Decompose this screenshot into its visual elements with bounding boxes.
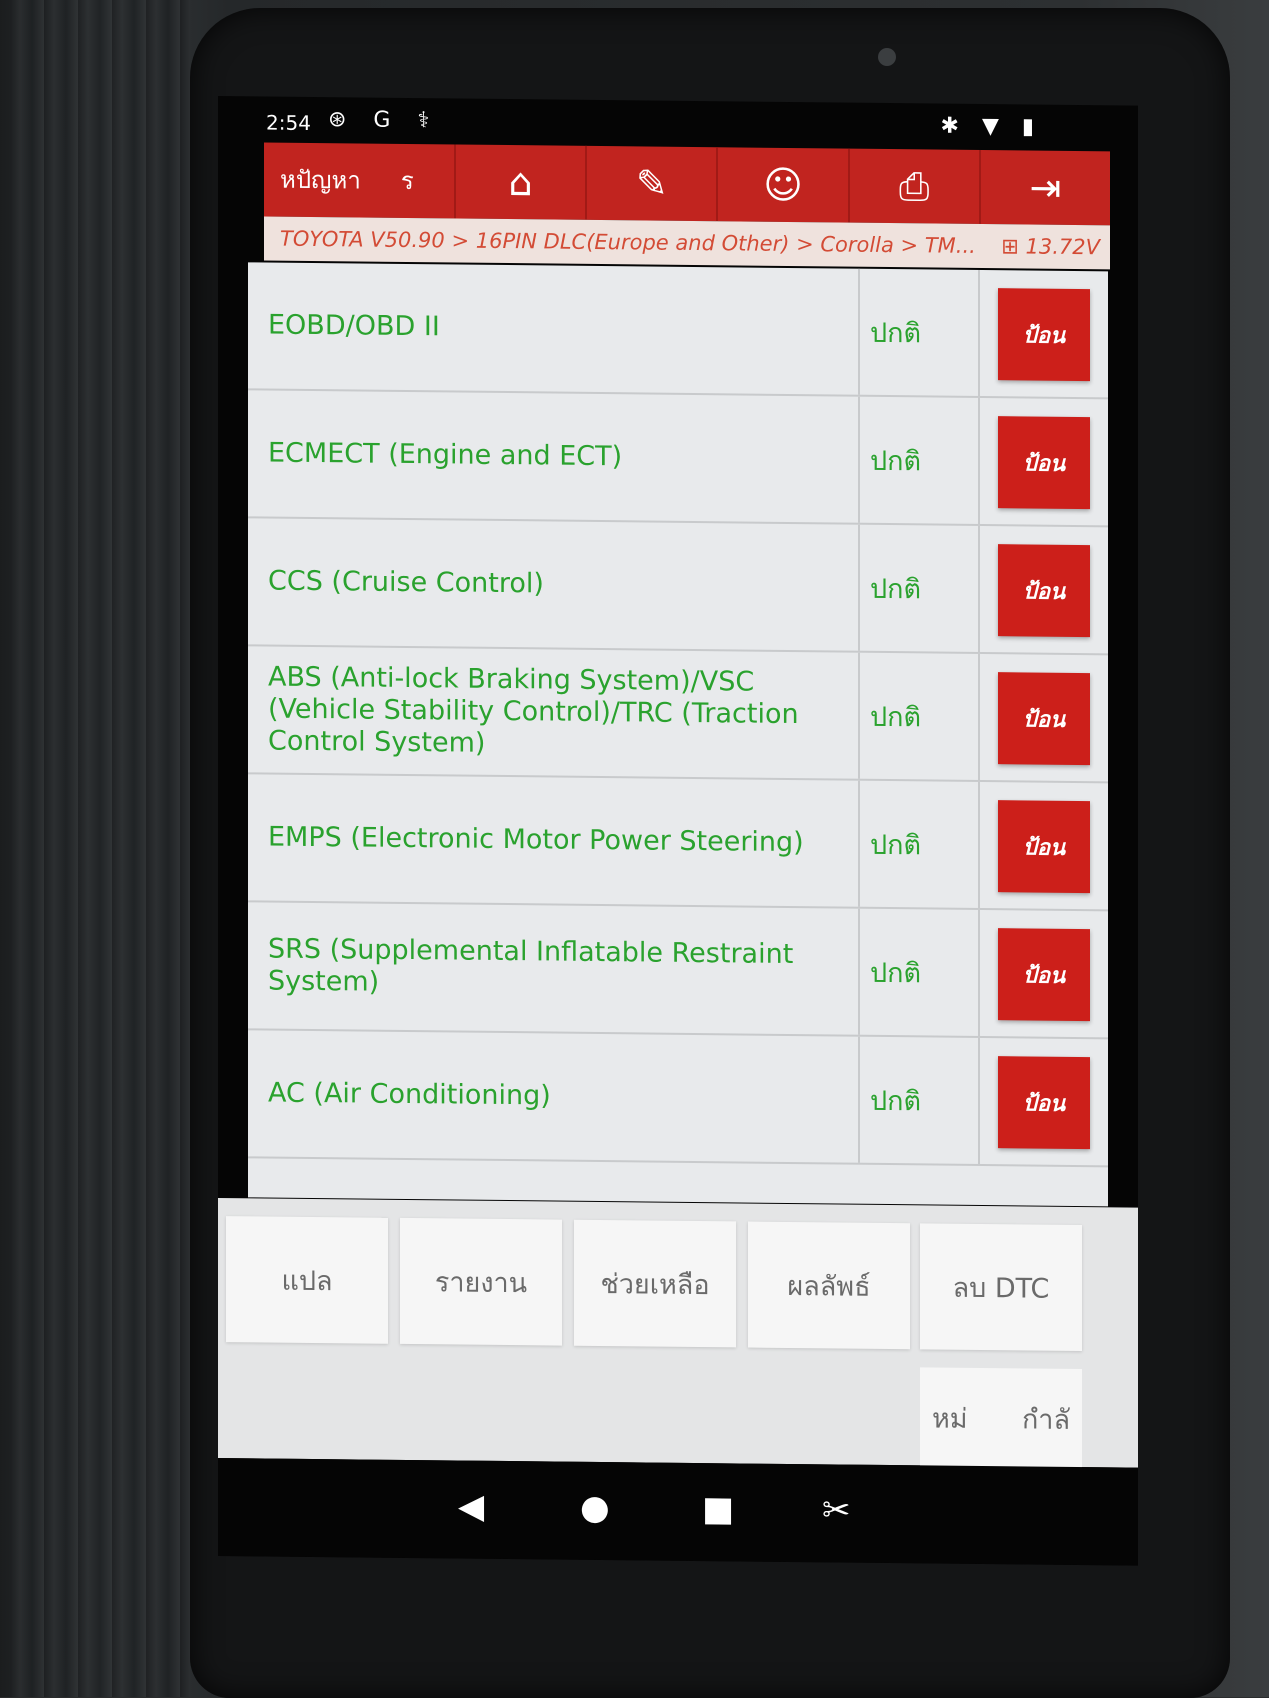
system-name: ECMECT (Engine and ECT): [268, 437, 623, 473]
translate-button[interactable]: แปล: [226, 1216, 388, 1344]
result-button[interactable]: ผลลัพธ์: [748, 1221, 910, 1350]
new-scan-label-left: หม่: [932, 1402, 968, 1435]
enter-button[interactable]: ป้อน: [998, 800, 1090, 894]
new-scan-button[interactable]: หม่ กำลั: [920, 1367, 1082, 1470]
new-scan-label-right: กำลั: [1021, 1403, 1070, 1436]
system-action-cell: ป้อน: [978, 269, 1108, 398]
edit-icon: ✎: [635, 161, 668, 206]
system-status: ปกติ: [858, 652, 978, 780]
system-status: ปกติ: [858, 780, 978, 908]
device-grip: [10, 0, 190, 1697]
system-name: CCS (Cruise Control): [268, 565, 544, 600]
home-circle-icon[interactable]: ●: [580, 1488, 610, 1528]
recent-apps-icon[interactable]: ■: [702, 1489, 734, 1529]
toolbar-title: หปัญหา ร: [264, 142, 454, 218]
system-list[interactable]: EOBD/OBD II ปกติ ป้อน ECMECT (Engine and…: [248, 262, 1108, 1207]
print-button[interactable]: ⎙: [847, 148, 979, 224]
support-icon: ☺: [763, 162, 803, 208]
system-status: ปกติ: [858, 268, 978, 396]
system-action-cell: ป้อน: [978, 397, 1108, 526]
system-action-cell: ป้อน: [978, 909, 1108, 1038]
android-nav-bar: ◀ ● ■ ✂: [218, 1458, 1138, 1566]
status-notification-icons: ⊛ G ⚕: [328, 107, 440, 134]
system-status: ปกติ: [858, 1036, 978, 1164]
device-screen: 2:54 ⊛ G ⚕ ✱ ▼ ▮ หปัญหา ร ⌂ ✎ ☺ ⎙ ⇥ TOYO…: [218, 96, 1138, 1566]
system-row: SRS (Supplemental Inflatable Restraint S…: [248, 902, 1108, 1040]
help-button[interactable]: ช่วยเหลือ: [574, 1219, 736, 1348]
enter-button[interactable]: ป้อน: [998, 416, 1090, 510]
battery-voltage-icon: ⊞: [1001, 234, 1019, 259]
breadcrumb-path: TOYOTA V50.90 > 16PIN DLC(Europe and Oth…: [280, 226, 976, 258]
voltage-value: 13.72V: [1025, 234, 1100, 260]
system-status: ปกติ: [858, 908, 978, 1036]
system-name: EMPS (Electronic Motor Power Steering): [268, 821, 804, 859]
report-button[interactable]: รายงาน: [400, 1217, 562, 1346]
clear-dtc-button[interactable]: ลบ DTC: [920, 1223, 1082, 1352]
system-name: EOBD/OBD II: [268, 309, 440, 343]
enter-button[interactable]: ป้อน: [998, 288, 1090, 382]
exit-icon: ⇥: [1029, 165, 1062, 210]
home-icon: ⌂: [508, 160, 533, 205]
front-camera: [878, 48, 896, 66]
back-icon[interactable]: ◀: [458, 1487, 484, 1527]
top-toolbar: หปัญหา ร ⌂ ✎ ☺ ⎙ ⇥: [264, 142, 1111, 226]
system-status: ปกติ: [858, 524, 978, 652]
toolbar-title-suffix: ร: [400, 166, 414, 196]
breadcrumb: TOYOTA V50.90 > 16PIN DLC(Europe and Oth…: [264, 216, 1110, 270]
status-system-icons: ✱ ▼ ▮: [940, 113, 1042, 140]
enter-button[interactable]: ป้อน: [998, 672, 1090, 766]
system-row: AC (Air Conditioning) ปกติ ป้อน: [248, 1030, 1108, 1168]
print-icon: ⎙: [899, 163, 930, 208]
system-name: AC (Air Conditioning): [268, 1077, 551, 1112]
system-name: ABS (Anti-lock Braking System)/VSC (Vehi…: [268, 661, 799, 759]
exit-button[interactable]: ⇥: [978, 149, 1111, 226]
home-button[interactable]: ⌂: [454, 144, 586, 220]
system-action-cell: ป้อน: [978, 1037, 1108, 1166]
system-action-cell: ป้อน: [978, 525, 1108, 654]
support-button[interactable]: ☺: [716, 147, 848, 223]
system-row: ECMECT (Engine and ECT) ปกติ ป้อน: [248, 390, 1108, 528]
system-row: ABS (Anti-lock Braking System)/VSC (Vehi…: [248, 646, 1108, 784]
system-row: EMPS (Electronic Motor Power Steering) ป…: [248, 774, 1108, 912]
system-row: CCS (Cruise Control) ปกติ ป้อน: [248, 518, 1108, 656]
system-action-cell: ป้อน: [978, 781, 1108, 910]
enter-button[interactable]: ป้อน: [998, 928, 1090, 1022]
edit-button[interactable]: ✎: [585, 145, 717, 222]
system-action-cell: ป้อน: [978, 653, 1108, 782]
function-panel: แปล รายงาน ช่วยเหลือ ผลลัพธ์ ลบ DTC หม่ …: [218, 1198, 1138, 1470]
system-row: EOBD/OBD II ปกติ ป้อน: [248, 262, 1108, 400]
enter-button[interactable]: ป้อน: [998, 544, 1090, 638]
system-name: SRS (Supplemental Inflatable Restraint S…: [268, 933, 794, 998]
toolbar-title-text: หปัญหา: [280, 165, 361, 195]
screenshot-icon[interactable]: ✂: [822, 1490, 851, 1530]
enter-button[interactable]: ป้อน: [998, 1056, 1090, 1150]
status-time: 2:54: [266, 110, 311, 135]
system-status: ปกติ: [858, 396, 978, 524]
voltage-readout: ⊞ 13.72V: [1001, 224, 1100, 269]
